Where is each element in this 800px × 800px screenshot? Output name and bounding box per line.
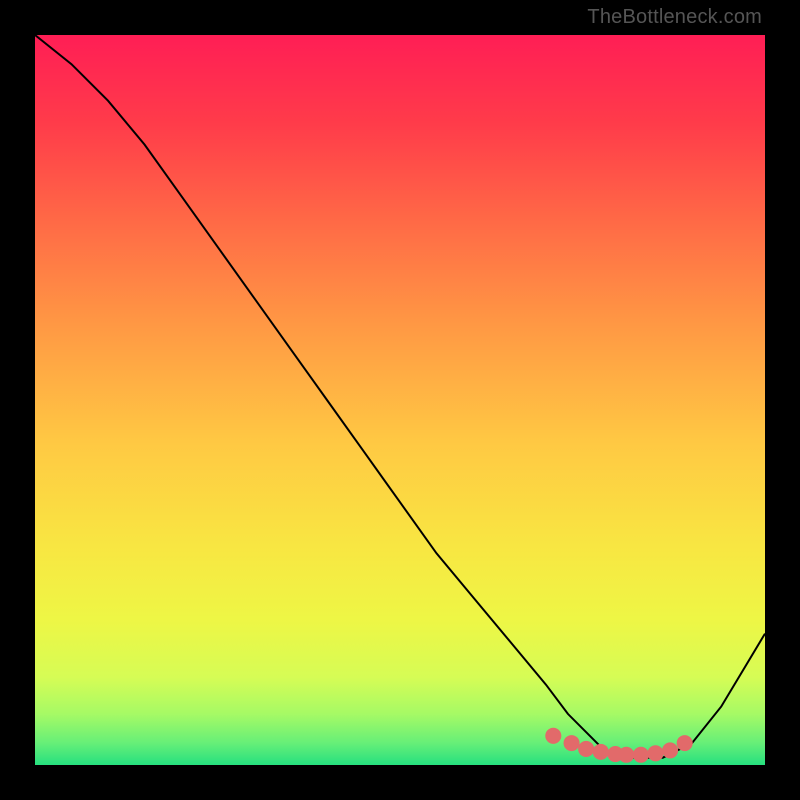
- watermark-text: TheBottleneck.com: [587, 6, 762, 29]
- chart-svg: [35, 35, 765, 765]
- dot-marker: [677, 735, 693, 751]
- dot-marker: [647, 745, 663, 761]
- curve-line: [35, 35, 765, 758]
- dot-marker: [662, 742, 678, 758]
- dot-marker: [633, 747, 649, 763]
- dots-series: [545, 728, 692, 763]
- dot-marker: [618, 747, 634, 763]
- dot-marker: [564, 735, 580, 751]
- dot-marker: [545, 728, 561, 744]
- dot-marker: [593, 744, 609, 760]
- dot-marker: [578, 741, 594, 757]
- chart-plot-area: [35, 35, 765, 765]
